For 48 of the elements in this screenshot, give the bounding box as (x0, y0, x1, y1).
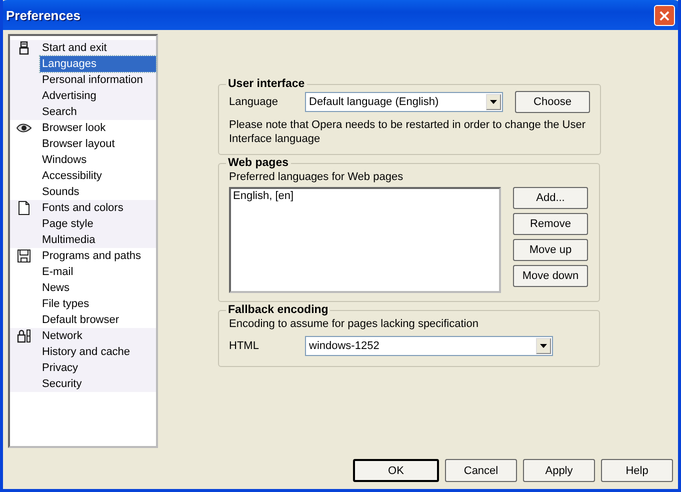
language-label: Language (229, 96, 279, 108)
lock-icon (16, 328, 32, 344)
choose-button[interactable]: Choose (515, 91, 590, 113)
list-label: Preferred languages for Web pages (229, 171, 404, 183)
page-icon (16, 200, 32, 216)
category-item[interactable]: Browser layout (40, 136, 156, 152)
restart-note: Please note that Opera needs to be restarted in order to change the User Interface language (229, 118, 587, 146)
group-title: Web pages (227, 157, 290, 169)
dialog-button[interactable]: Cancel (445, 459, 517, 482)
window-title: Preferences (6, 8, 80, 22)
category-item[interactable]: Start and exit (40, 40, 156, 56)
encoding-dropdown[interactable]: windows-1252 (305, 336, 553, 356)
list-action-button[interactable]: Remove (513, 213, 588, 235)
category-item[interactable]: Accessibility (40, 168, 156, 184)
close-button[interactable]: × (654, 4, 675, 26)
category-item[interactable]: News (40, 280, 156, 296)
group-title: Fallback encoding (227, 304, 330, 316)
category-item[interactable]: E-mail (40, 264, 156, 280)
category-item[interactable]: Sounds (40, 184, 156, 200)
category-item[interactable]: Browser look (40, 120, 156, 136)
language-item[interactable]: English, [en] (233, 190, 497, 202)
list-action-button[interactable]: Move down (513, 265, 588, 287)
dialog-button[interactable]: Help (601, 459, 673, 482)
category-item[interactable]: Network (40, 328, 156, 344)
encoding-description: Encoding to assume for pages lacking specification (229, 318, 480, 330)
list-action-button[interactable]: Move up (513, 239, 588, 261)
dialog-button[interactable]: Apply (523, 459, 595, 482)
category-item[interactable]: Languages (40, 56, 156, 72)
category-item[interactable]: Windows (40, 152, 156, 168)
language-dropdown[interactable]: Default language (English) (305, 92, 503, 112)
category-item[interactable]: Privacy (40, 360, 156, 376)
category-item[interactable]: History and cache (40, 344, 156, 360)
category-item[interactable]: Fonts and colors (40, 200, 156, 216)
list-action-button[interactable]: Add... (513, 187, 588, 209)
html-label: HTML (229, 340, 260, 352)
category-item[interactable]: Security (40, 376, 156, 392)
category-item[interactable]: Programs and paths (40, 248, 156, 264)
category-item[interactable]: Page style (40, 216, 156, 232)
category-item[interactable]: Personal information (40, 72, 156, 88)
category-item[interactable]: Advertising (40, 88, 156, 104)
category-item[interactable]: File types (40, 296, 156, 312)
dropdown-arrow-icon (540, 344, 547, 348)
category-item[interactable]: Search (40, 104, 156, 120)
dropdown-arrow-icon (490, 100, 497, 104)
category-item[interactable]: Default browser (40, 312, 156, 328)
dialog-button[interactable]: OK (353, 459, 439, 482)
group-title: User interface (227, 78, 306, 90)
category-item[interactable]: Multimedia (40, 232, 156, 248)
